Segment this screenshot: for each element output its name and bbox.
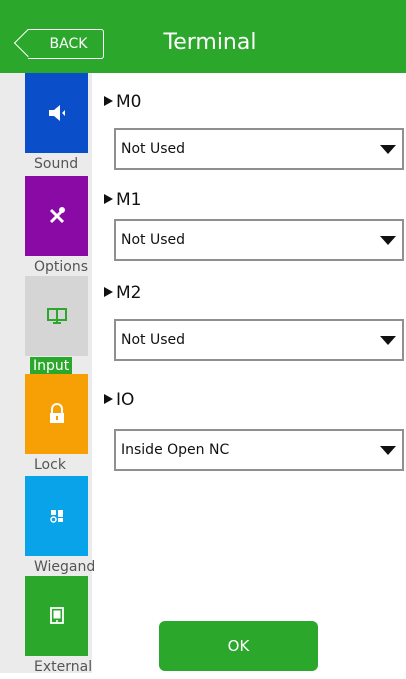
sidebar-item-options[interactable]: Options [0, 176, 92, 279]
section-title-label: M0 [116, 92, 142, 112]
m2-select[interactable]: Not Used [114, 319, 404, 361]
dropdown-arrow-icon [380, 446, 396, 455]
input-tile[interactable] [25, 276, 88, 356]
lock-icon [49, 403, 64, 423]
speaker-icon [48, 105, 65, 121]
triangle-right-icon [104, 194, 113, 204]
m0-select[interactable]: Not Used [114, 128, 404, 170]
section-m0: M0 [104, 92, 141, 112]
select-value: Not Used [121, 332, 186, 348]
triangle-right-icon [104, 287, 113, 297]
sidebar-item-label: Lock [34, 457, 66, 473]
monitor-icon [46, 308, 67, 324]
wiegand-icon [49, 510, 63, 523]
page-title: Terminal [163, 30, 257, 55]
sidebar-item-label: Input [30, 357, 73, 375]
ok-button[interactable]: OK [159, 621, 318, 671]
sidebar-item-input[interactable]: Input [0, 276, 92, 379]
sidebar-item-external[interactable]: External [0, 576, 92, 679]
back-button[interactable]: BACK [28, 29, 104, 59]
header-bar: BACK Terminal [0, 0, 406, 73]
sidebar-item-label: Sound [34, 156, 79, 172]
section-title-label: M2 [116, 283, 142, 303]
sidebar-item-label: Options [34, 259, 89, 275]
m1-select[interactable]: Not Used [114, 219, 404, 261]
sidebar-item-label: Wiegand [34, 559, 96, 575]
section-title-label: M1 [116, 190, 142, 210]
dropdown-arrow-icon [380, 336, 396, 345]
sidebar-item-sound[interactable]: Sound [0, 73, 92, 176]
options-tile[interactable] [25, 176, 88, 256]
select-value: Inside Open NC [121, 442, 230, 458]
dropdown-arrow-icon [380, 145, 396, 154]
sound-tile[interactable] [25, 73, 88, 153]
triangle-right-icon [104, 394, 113, 404]
section-title-label: IO [116, 390, 135, 410]
io-select[interactable]: Inside Open NC [114, 429, 404, 471]
dropdown-arrow-icon [380, 236, 396, 245]
tools-icon [49, 207, 65, 224]
select-value: Not Used [121, 141, 186, 157]
external-device-icon [49, 607, 64, 624]
sidebar-item-wiegand[interactable]: Wiegand [0, 476, 95, 579]
sidebar: Sound Options Input Lock Wiegand Externa… [0, 73, 95, 675]
select-value: Not Used [121, 232, 186, 248]
wiegand-tile[interactable] [25, 476, 88, 556]
sidebar-item-label: External [34, 659, 93, 675]
sidebar-item-lock[interactable]: Lock [0, 374, 92, 477]
section-m2: M2 [104, 283, 141, 303]
section-io: IO [104, 390, 134, 410]
lock-tile[interactable] [25, 374, 88, 454]
external-tile[interactable] [25, 576, 88, 656]
section-m1: M1 [104, 190, 141, 210]
triangle-right-icon [104, 96, 113, 106]
